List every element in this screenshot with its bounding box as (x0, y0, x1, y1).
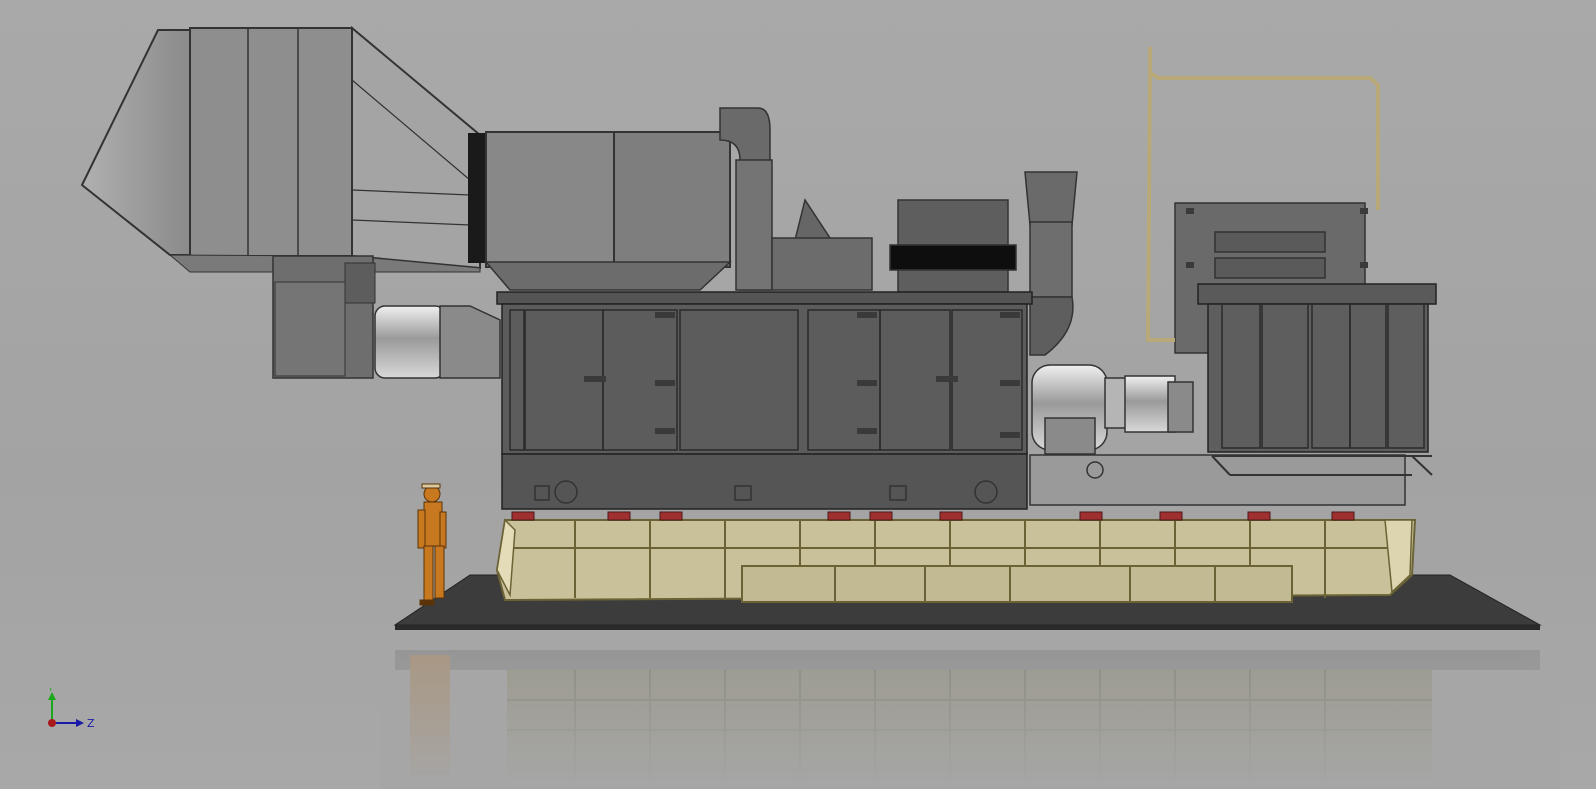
orientation-triad: Y Z (47, 688, 95, 730)
z-axis-label: Z (87, 717, 95, 730)
3d-viewport[interactable]: Y Z (0, 0, 1596, 789)
inlet-elbow (272, 255, 501, 379)
vent-unit-center (889, 199, 1017, 293)
inlet-plenum (468, 131, 732, 291)
model-scene[interactable] (0, 0, 1596, 789)
person-scale-figure (417, 483, 447, 606)
air-inlet-filter-house (80, 25, 481, 273)
exhaust-stack-right (1024, 171, 1078, 356)
anti-vibration-mounts (511, 511, 1355, 521)
exhaust-stack-left (719, 107, 873, 291)
turbine-enclosure (496, 291, 1033, 510)
reflection-fade (380, 640, 1560, 789)
generator (1174, 202, 1437, 476)
base-skid (495, 518, 1417, 603)
z-axis-arrow (76, 719, 84, 727)
y-axis-label: Y (47, 688, 54, 694)
origin-dot (48, 719, 56, 727)
